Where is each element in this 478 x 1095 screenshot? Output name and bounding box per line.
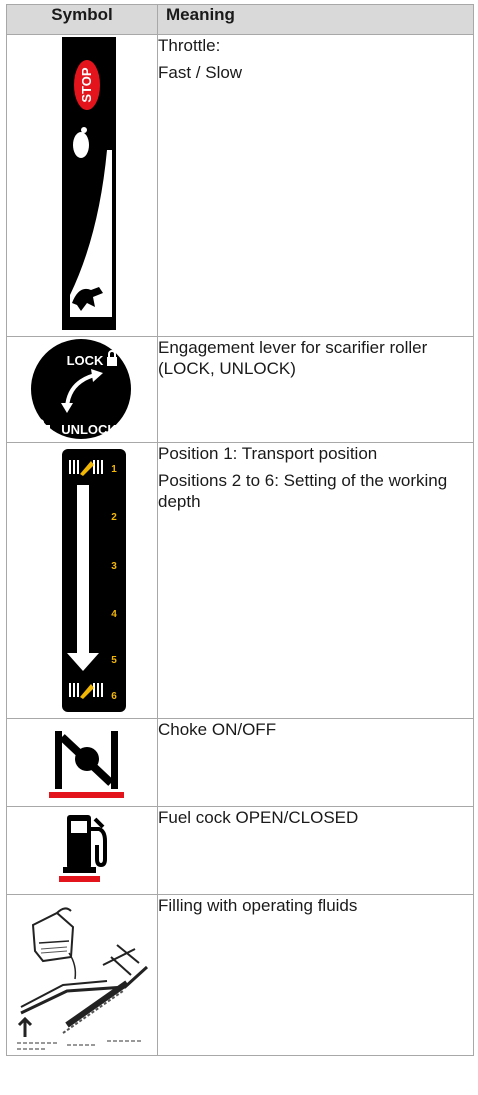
depth-number: 2 xyxy=(111,512,117,523)
symbol-cell xyxy=(6,894,158,1056)
meaning-text: Engagement lever for scarifier roller (L… xyxy=(158,338,428,378)
unlock-label: UNLOCK xyxy=(61,422,117,437)
column-header-meaning: Meaning xyxy=(157,4,474,35)
meaning-cell: Fuel cock OPEN/CLOSED xyxy=(157,806,474,895)
meaning-cell: Choke ON/OFF xyxy=(157,718,474,807)
table-row: Filling with operating fluids xyxy=(6,894,474,1056)
meaning-text: Position 1: Transport position xyxy=(158,444,378,463)
meaning-cell: Engagement lever for scarifier roller (L… xyxy=(157,336,474,443)
meaning-text: Choke ON/OFF xyxy=(158,720,277,739)
table-row: STOP Throttle: Fast / Slow xyxy=(6,34,474,337)
symbol-cell xyxy=(6,718,158,807)
stop-label: STOP xyxy=(79,67,94,102)
depth-number: 6 xyxy=(111,691,117,702)
table-header-row: Symbol Meaning xyxy=(6,4,474,35)
engagement-lever-lock-unlock-icon: LOCK UNLOCK xyxy=(31,339,131,439)
meaning-text: Throttle: xyxy=(158,36,221,55)
column-header-symbol: Symbol xyxy=(6,4,158,35)
depth-number: 4 xyxy=(111,609,117,620)
depth-number: 1 xyxy=(111,464,117,475)
meaning-text: Fast / Slow xyxy=(158,63,243,82)
working-depth-scale-icon: 1 2 3 4 5 6 xyxy=(62,449,126,712)
meaning-cell: Filling with operating fluids xyxy=(157,894,474,1056)
meaning-text: Filling with operating fluids xyxy=(158,896,358,915)
symbol-cell: LOCK UNLOCK xyxy=(6,336,158,443)
symbol-cell xyxy=(6,806,158,895)
choke-icon xyxy=(49,731,124,798)
depth-number: 3 xyxy=(111,561,117,572)
symbol-cell: STOP xyxy=(6,34,158,337)
table-row: LOCK UNLOCK Engagement lever for scarifi… xyxy=(6,336,474,443)
fuel-cock-icon xyxy=(59,815,107,882)
symbol-cell: 1 2 3 4 5 6 xyxy=(6,442,158,719)
throttle-fast-slow-icon: STOP xyxy=(62,37,116,330)
table-row: Fuel cock OPEN/CLOSED xyxy=(6,806,474,895)
meaning-text: Positions 2 to 6: Setting of the working… xyxy=(158,471,448,511)
table-row: Choke ON/OFF xyxy=(6,718,474,807)
table-row: 1 2 3 4 5 6 Position 1: Transport positi… xyxy=(6,442,474,719)
depth-number: 5 xyxy=(111,655,117,666)
filling-operating-fluids-icon xyxy=(17,907,149,1050)
meaning-cell: Throttle: Fast / Slow xyxy=(157,34,474,337)
symbol-table: Symbol Meaning STOP Throttle: Fast / Slo… xyxy=(6,4,474,1056)
lock-label: LOCK xyxy=(67,353,104,368)
meaning-cell: Position 1: Transport position Positions… xyxy=(157,442,474,719)
meaning-text: Fuel cock OPEN/CLOSED xyxy=(158,808,359,827)
